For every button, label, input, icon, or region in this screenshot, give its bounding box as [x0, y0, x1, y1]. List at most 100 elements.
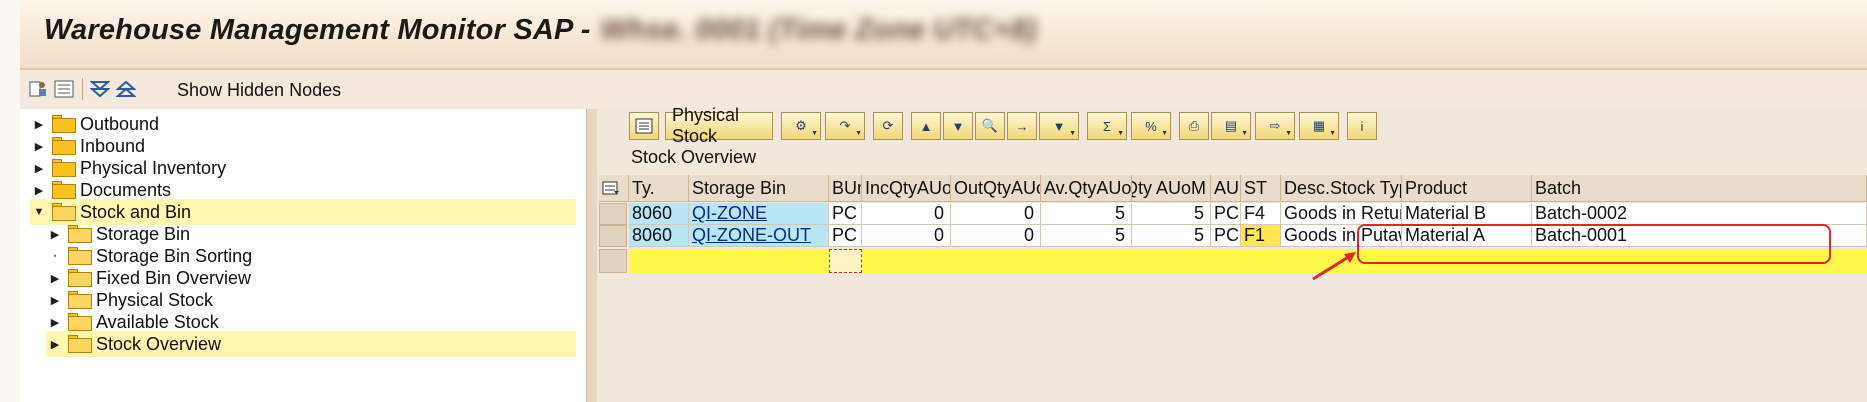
open-folder-icon: [68, 291, 92, 309]
tree-node-label: Storage Bin: [96, 223, 191, 244]
column-header-outqty[interactable]: OutQtyAUo…: [951, 175, 1041, 202]
cell-incqty: 0: [862, 203, 951, 225]
tree-node-stock-overview[interactable]: ▶ Stock Overview: [46, 331, 576, 357]
expand-arrow-icon[interactable]: ▶: [32, 184, 46, 197]
column-header-storage-bin[interactable]: Storage Bin: [689, 175, 829, 202]
views-icon[interactable]: ▤ ▼: [1211, 112, 1251, 140]
column-header-qty-auom[interactable]: Qty AUoM: [1132, 175, 1211, 202]
title-bar: Warehouse Management Monitor SAP - Whse. …: [20, 0, 1867, 68]
expand-arrow-icon[interactable]: ▶: [48, 228, 62, 241]
cell-bun: PC: [829, 225, 862, 247]
column-header-aun[interactable]: AUn: [1211, 175, 1241, 202]
leaf-dot-icon: •: [53, 251, 57, 261]
navigation-tree: ▶ Outbound ▶ Inbound ▶ Physical Inventor…: [20, 109, 587, 402]
folder-icon: [52, 115, 76, 133]
tree-node-label: Storage Bin Sorting: [96, 245, 253, 266]
expand-arrow-icon[interactable]: ▶: [48, 294, 62, 307]
main-toolbar: Show Hidden Nodes: [20, 70, 1867, 108]
filter-icon[interactable]: ▼ ▼: [1039, 112, 1079, 140]
cell-storage-bin-link[interactable]: QI-ZONE-OUT: [689, 225, 829, 247]
export-icon[interactable]: ⇨ ▼: [1255, 112, 1295, 140]
sum-icon[interactable]: Σ ▼: [1087, 112, 1127, 140]
title-suffix-blurred: Whse. 0001 (Time Zone UTC+8): [600, 14, 1037, 46]
settings-icon[interactable]: ⚙ ▼: [781, 112, 821, 140]
tree-node-label: Inbound: [80, 135, 146, 156]
column-header-ty[interactable]: Ty.: [629, 175, 689, 202]
subtotal-icon[interactable]: % ▼: [1131, 112, 1171, 140]
cell-storage-bin-link[interactable]: QI-ZONE: [689, 203, 829, 225]
refresh-icon[interactable]: ⟳: [873, 112, 903, 140]
row-selector[interactable]: [599, 249, 627, 273]
app-window: Warehouse Management Monitor SAP - Whse. …: [0, 0, 1867, 402]
row-selector[interactable]: [599, 203, 627, 225]
tree-node-label: Outbound: [80, 113, 160, 134]
info-icon[interactable]: i: [1347, 112, 1377, 140]
expand-all-icon[interactable]: [88, 78, 112, 100]
cell-st-highlighted: F1: [1241, 225, 1281, 247]
expand-arrow-icon[interactable]: ▶: [48, 316, 62, 329]
tree-node-label: Available Stock: [96, 311, 219, 332]
print-icon[interactable]: ⎙: [1179, 112, 1209, 140]
cell-product: Material B: [1402, 203, 1532, 225]
folder-icon: [52, 159, 76, 177]
align-bottom-icon[interactable]: ▼: [943, 112, 973, 140]
column-header-batch[interactable]: Batch: [1532, 175, 1867, 202]
cell-avqty: 5: [1041, 203, 1132, 225]
cell-incqty: 0: [862, 225, 951, 247]
folder-icon: [52, 137, 76, 155]
expand-arrow-icon[interactable]: ▶: [32, 140, 46, 153]
column-header-product[interactable]: Product: [1402, 175, 1532, 202]
column-settings-icon[interactable]: [599, 175, 629, 202]
annotation-highlight-box: [1357, 224, 1831, 264]
tree-node-label: Stock and Bin: [80, 201, 192, 222]
cell-aun: PC: [1211, 203, 1241, 225]
layout-icon[interactable]: ▦ ▼: [1299, 112, 1339, 140]
column-header-bun[interactable]: BUn: [829, 175, 862, 202]
align-top-icon[interactable]: ▲: [911, 112, 941, 140]
expand-arrow-icon[interactable]: ▶: [48, 338, 62, 351]
cell-outqty: 0: [951, 225, 1041, 247]
column-header-st[interactable]: ST: [1241, 175, 1281, 202]
column-header-desc-stock-type[interactable]: Desc.Stock Type: [1281, 175, 1402, 202]
title-text: Warehouse Management Monitor SAP -: [44, 14, 591, 46]
expand-arrow-icon[interactable]: ▶: [48, 272, 62, 285]
cell-ty: 8060: [629, 225, 689, 247]
find-next-icon[interactable]: →: [1007, 112, 1037, 140]
toolbar-divider: [82, 78, 83, 100]
cell-ty: 8060: [629, 203, 689, 225]
cell-desc-stock-type: Goods in Return: [1281, 203, 1402, 225]
open-folder-icon: [68, 313, 92, 331]
left-strip: [0, 0, 20, 402]
open-folder-icon: [68, 335, 92, 353]
cell-qty-auom: 5: [1132, 203, 1211, 225]
collapse-arrow-icon[interactable]: ▼: [32, 206, 46, 218]
list-icon[interactable]: [52, 78, 76, 100]
cell-bun: PC: [829, 203, 862, 225]
tree-node-label: Physical Inventory: [80, 157, 227, 178]
row-selector[interactable]: [599, 225, 627, 247]
tree-node-label: Documents: [80, 179, 172, 200]
open-folder-icon: [68, 225, 92, 243]
cell-st: F4: [1241, 203, 1281, 225]
collapse-all-icon[interactable]: [114, 78, 138, 100]
tree-node-label: Fixed Bin Overview: [96, 267, 252, 288]
physical-stock-button[interactable]: Physical Stock: [665, 105, 773, 146]
cell-outqty: 0: [951, 203, 1041, 225]
tree-node-label: Stock Overview: [96, 333, 222, 354]
column-header-incqty[interactable]: IncQtyAUoM: [862, 175, 951, 202]
find-icon[interactable]: 🔍: [975, 112, 1005, 140]
cell-qty-auom: 5: [1132, 225, 1211, 247]
details-icon[interactable]: [629, 112, 659, 140]
transfer-icon[interactable]: ↷ ▼: [825, 112, 865, 140]
personalize-icon[interactable]: [26, 78, 50, 100]
folder-icon: [52, 181, 76, 199]
expand-arrow-icon[interactable]: ▶: [32, 162, 46, 175]
expand-arrow-icon[interactable]: ▶: [32, 118, 46, 131]
open-folder-icon: [52, 203, 76, 221]
window-title: Warehouse Management Monitor SAP - Whse. …: [44, 14, 1037, 47]
open-folder-icon: [68, 269, 92, 287]
column-header-avqty[interactable]: Av.QtyAUoM: [1041, 175, 1132, 202]
focused-cell[interactable]: [829, 249, 862, 273]
show-hidden-nodes-button[interactable]: Show Hidden Nodes: [177, 80, 341, 101]
cell-batch: Batch-0002: [1532, 203, 1867, 225]
